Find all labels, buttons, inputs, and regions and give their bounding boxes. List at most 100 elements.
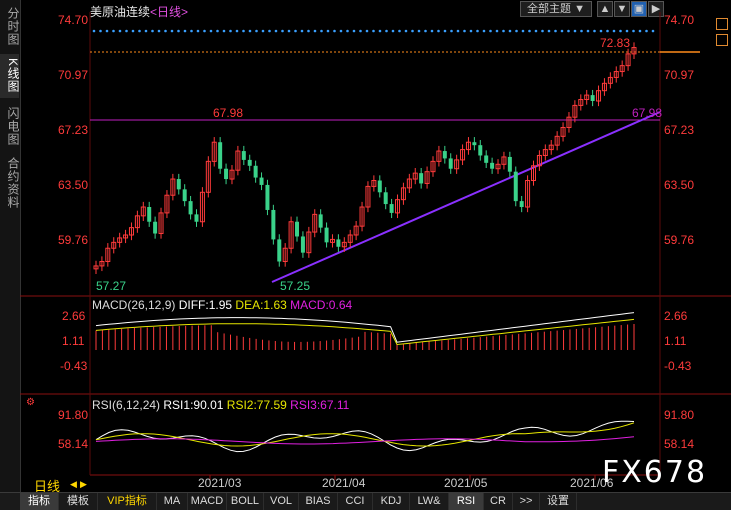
signal-dot	[404, 29, 408, 33]
signal-dot	[320, 29, 323, 33]
settings-icon[interactable]: ⚙	[26, 397, 35, 408]
candle-body	[247, 159, 252, 166]
signal-dot	[118, 29, 122, 33]
signal-dot	[170, 29, 174, 33]
signal-dot	[560, 29, 564, 33]
tab-cci[interactable]: CCI	[338, 493, 373, 510]
signal-dot	[430, 29, 434, 33]
signal-dot	[385, 29, 388, 33]
signal-dot	[235, 29, 239, 33]
signal-dot	[300, 29, 304, 33]
signal-dot	[398, 29, 401, 33]
candle-body	[218, 142, 223, 169]
candle-body	[241, 151, 246, 160]
signal-dot	[333, 29, 336, 33]
price-axis-label-left: 59.76	[58, 233, 89, 247]
candle-body	[389, 204, 394, 213]
signal-dot	[411, 29, 414, 33]
signal-dot	[534, 29, 538, 33]
macd-axis-label-left: 1.11	[62, 334, 85, 348]
high-label: 67.98	[213, 106, 244, 120]
watermark-logo: FX678	[602, 455, 708, 490]
signal-dot	[586, 29, 590, 33]
signal-dot	[521, 29, 525, 33]
signal-dot	[424, 29, 427, 33]
tab-macd[interactable]: MACD	[188, 493, 227, 510]
candle-body	[383, 192, 388, 205]
signal-dot	[313, 29, 317, 33]
candle-body	[318, 214, 323, 228]
signal-dot	[105, 29, 109, 33]
tab-boll[interactable]: BOLL	[227, 493, 264, 510]
price-axis-label-right: 67.23	[664, 123, 695, 137]
signal-dot	[144, 29, 148, 33]
tab-settings[interactable]: 设置	[540, 493, 577, 510]
tab-more[interactable]: >>	[513, 493, 540, 510]
signal-dot	[515, 29, 518, 33]
triangle-right-icon[interactable]: ▶	[80, 479, 87, 490]
low-label-mid: 57.25	[280, 279, 311, 293]
signal-dot	[554, 29, 557, 33]
signal-dots-row	[92, 29, 655, 33]
tab-vol[interactable]: VOL	[264, 493, 299, 510]
last-price-label: 72.83	[600, 36, 631, 50]
signal-dot	[645, 29, 648, 33]
signal-dot	[619, 29, 622, 33]
signal-dot	[164, 29, 167, 33]
candle-body	[442, 151, 447, 159]
candle-body	[153, 221, 158, 234]
signal-dot	[437, 29, 440, 33]
signal-dot	[625, 29, 629, 33]
candle-body	[590, 95, 595, 101]
candle-body	[324, 227, 329, 243]
triangle-left-icon[interactable]: ◀	[70, 479, 77, 490]
signal-dot	[229, 29, 232, 33]
signal-dot	[287, 29, 291, 33]
signal-dot	[469, 29, 473, 33]
signal-dot	[450, 29, 453, 33]
signal-dot	[190, 29, 193, 33]
tab-template[interactable]: 模板	[59, 493, 98, 510]
candle-body	[224, 168, 229, 180]
signal-dot	[339, 29, 343, 33]
signal-dot	[378, 29, 382, 33]
tab-rsi[interactable]: RSI	[449, 493, 484, 510]
tab-indicators[interactable]: 指标	[20, 493, 59, 510]
tab-cr[interactable]: CR	[484, 493, 513, 510]
tab-bias[interactable]: BIAS	[299, 493, 338, 510]
signal-dot	[417, 29, 421, 33]
price-axis-label-right: 63.50	[664, 178, 695, 192]
candle-body	[507, 156, 512, 172]
candle-body	[182, 189, 187, 202]
tab-lw[interactable]: LW&	[410, 493, 449, 510]
macd-axis-label-left: 2.66	[62, 309, 86, 323]
candle-body	[519, 201, 524, 208]
signal-dot	[547, 29, 551, 33]
rsi1-value: RSI1:90.01	[163, 398, 224, 412]
signal-dot	[326, 29, 330, 33]
signal-dot	[183, 29, 187, 33]
signal-dot	[177, 29, 180, 33]
tab-kdj[interactable]: KDJ	[373, 493, 410, 510]
signal-dot	[268, 29, 271, 33]
signal-dot	[242, 29, 245, 33]
signal-dot	[495, 29, 499, 33]
signal-dot	[359, 29, 362, 33]
price-axis-label-right: 70.97	[664, 68, 695, 82]
signal-dot	[632, 29, 635, 33]
tab-vip[interactable]: VIP指标	[98, 493, 157, 510]
candle-body	[194, 214, 199, 222]
signal-dot	[638, 29, 642, 33]
rsi3-value: RSI3:67.11	[290, 398, 350, 412]
signal-dot	[138, 29, 141, 33]
rsi1-line	[95, 420, 635, 453]
resistance-label: 67.98	[632, 106, 663, 120]
macd-diff-value: DIFF:1.95	[178, 298, 233, 312]
low-label-left: 57.27	[96, 279, 127, 293]
candle-body	[295, 221, 300, 237]
tab-ma[interactable]: MA	[157, 493, 188, 510]
candle-body	[448, 158, 453, 169]
signal-dot	[216, 29, 219, 33]
candle-body	[478, 145, 483, 156]
signal-dot	[125, 29, 128, 33]
